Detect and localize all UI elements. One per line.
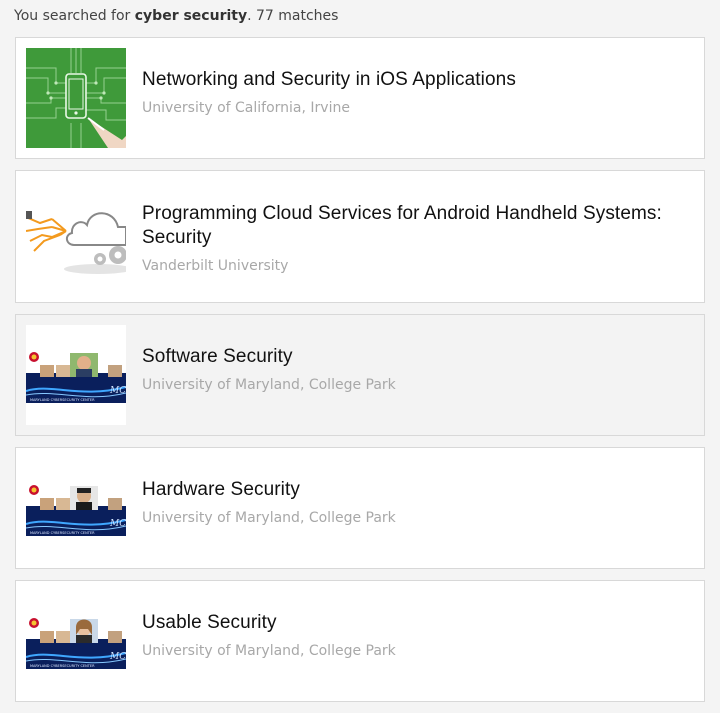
result-text: Usable Security University of Maryland, … — [142, 611, 664, 659]
result-text: Networking and Security in iOS Applicati… — [142, 68, 664, 116]
mc2-logo-text: MC2 — [109, 386, 126, 396]
search-query: cyber security — [134, 8, 248, 24]
circuit-phone-image — [26, 48, 126, 148]
maryland-cybersecurity-center-image: MC2 MARYLAND CYBERSECURITY CENTER — [26, 325, 126, 425]
result-partner: Vanderbilt University — [142, 258, 289, 274]
result-card[interactable]: Networking and Security in iOS Applicati… — [15, 37, 705, 159]
cloud-gears-image — [26, 187, 126, 287]
search-prefix: You searched for — [14, 8, 131, 24]
result-card[interactable]: Programming Cloud Services for Android H… — [15, 170, 705, 303]
result-title[interactable]: Software Security — [142, 345, 664, 369]
result-title[interactable]: Usable Security — [142, 611, 664, 635]
center-name-text: MARYLAND CYBERSECURITY CENTER — [30, 398, 95, 402]
result-title[interactable]: Hardware Security — [142, 478, 664, 502]
maryland-cybersecurity-center-image: MC2 MARYLAND CYBERSECURITY CENTER — [26, 591, 126, 691]
result-title[interactable]: Programming Cloud Services for Android H… — [142, 202, 664, 250]
result-text: Hardware Security University of Maryland… — [142, 478, 664, 526]
mc2-logo-text: MC2 — [109, 652, 126, 662]
result-card[interactable]: MC2 MARYLAND CYBERSECURITY CENTER Usable… — [15, 580, 705, 702]
result-partner: University of California, Irvine — [142, 100, 350, 116]
result-partner: University of Maryland, College Park — [142, 377, 396, 393]
result-card[interactable]: MC2 MARYLAND CYBERSECURITY CENTER Softwa… — [15, 314, 705, 436]
mc2-logo-text: MC2 — [109, 519, 126, 529]
search-summary: You searched for cyber security. 77 matc… — [14, 8, 338, 24]
match-count: . 77 matches — [247, 8, 339, 24]
maryland-cybersecurity-center-image: MC2 MARYLAND CYBERSECURITY CENTER — [26, 458, 126, 558]
center-name-text: MARYLAND CYBERSECURITY CENTER — [30, 531, 95, 535]
results-list: Networking and Security in iOS Applicati… — [15, 37, 705, 713]
result-card[interactable]: MC2 MARYLAND CYBERSECURITY CENTER Hardwa… — [15, 447, 705, 569]
center-name-text: MARYLAND CYBERSECURITY CENTER — [30, 664, 95, 668]
result-text: Software Security University of Maryland… — [142, 345, 664, 393]
result-partner: University of Maryland, College Park — [142, 510, 396, 526]
result-partner: University of Maryland, College Park — [142, 643, 396, 659]
result-title[interactable]: Networking and Security in iOS Applicati… — [142, 68, 664, 92]
result-text: Programming Cloud Services for Android H… — [142, 202, 664, 274]
